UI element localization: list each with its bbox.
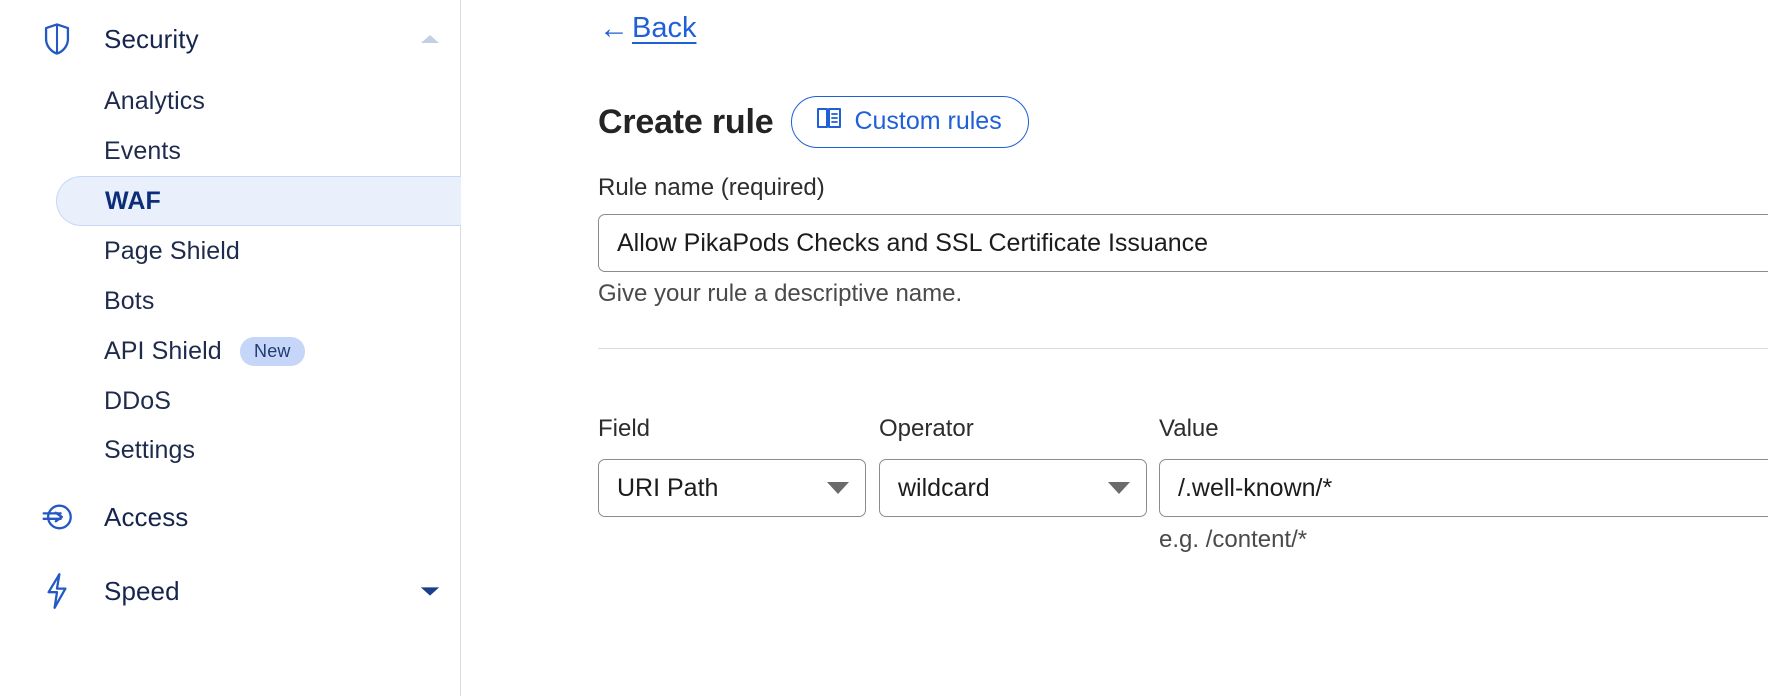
back-link-label: Back [632,12,697,44]
sidebar: Security Analytics Events WAF Page Shiel… [0,0,461,696]
chevron-down-icon[interactable] [419,580,441,602]
sidebar-item-label: API Shield [104,336,222,365]
sidebar-group-security[interactable]: Security [0,16,461,62]
sidebar-item-label: WAF [105,186,161,215]
sidebar-group-speed[interactable]: Speed [0,568,461,614]
shield-icon [40,22,74,56]
book-icon [816,106,842,137]
custom-rules-label: Custom rules [854,107,1002,135]
back-link[interactable]: ← Back [599,12,696,45]
lightning-bolt-icon [40,573,74,609]
sidebar-item-label: DDoS [104,386,172,415]
sidebar-item-label: Page Shield [104,236,240,265]
sidebar-group-access[interactable]: Access [0,494,461,540]
sidebar-item-bots[interactable]: Bots [0,276,461,326]
operator-label: Operator [879,415,974,442]
sidebar-group-label-access: Access [104,501,189,532]
field-select[interactable]: URI Path [598,459,866,517]
value-input[interactable] [1159,459,1768,517]
chevron-down-icon [827,482,849,494]
sidebar-item-label: Settings [104,435,196,464]
sidebar-item-label: Analytics [104,86,205,115]
rule-name-label: Rule name (required) [598,174,825,201]
arrow-left-icon: ← [599,11,629,45]
section-divider [598,348,1768,349]
operator-select-value: wildcard [898,473,990,502]
field-select-value: URI Path [617,473,719,502]
operator-select[interactable]: wildcard [879,459,1147,517]
rule-name-help: Give your rule a descriptive name. [598,280,963,307]
value-help: e.g. /content/* [1159,526,1308,553]
page-header: Create rule Custom rules [598,96,1029,148]
page-title: Create rule [598,102,774,141]
sidebar-group-label-speed: Speed [104,575,180,606]
sidebar-item-label: Bots [104,286,155,315]
sidebar-item-events[interactable]: Events [0,126,461,176]
sidebar-group-label-security: Security [104,23,199,54]
sidebar-item-ddos[interactable]: DDoS [0,376,461,426]
chevron-down-icon [1108,482,1130,494]
main-content: ← Back Create rule Custom rules Rule nam… [461,0,1768,696]
sidebar-item-page-shield[interactable]: Page Shield [0,226,461,276]
sidebar-item-label: Events [104,136,182,165]
status-badge-new: New [240,337,305,366]
sidebar-item-waf[interactable]: WAF [56,176,461,226]
sidebar-item-analytics[interactable]: Analytics [0,76,461,126]
sidebar-item-api-shield[interactable]: API Shield New [0,326,461,376]
value-label: Value [1159,415,1219,442]
sidebar-item-settings[interactable]: Settings [0,425,461,475]
field-label: Field [598,415,651,442]
rule-name-input[interactable] [598,214,1768,272]
custom-rules-docs-button[interactable]: Custom rules [791,96,1029,148]
chevron-up-icon[interactable] [419,28,441,50]
access-arrow-icon [40,500,74,534]
